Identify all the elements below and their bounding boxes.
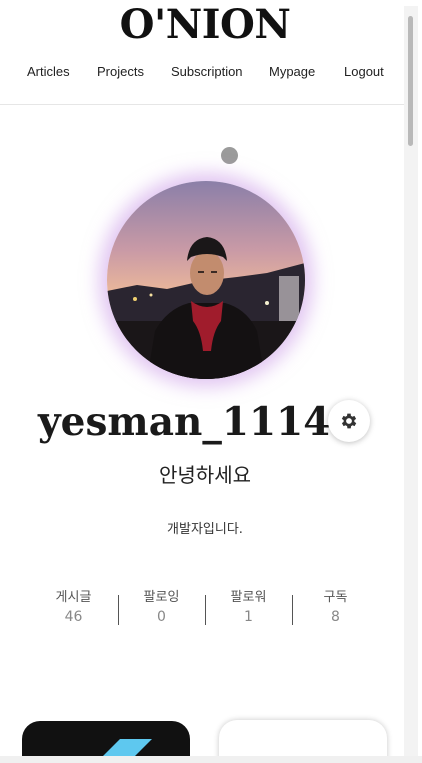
stat-following[interactable]: 팔로잉 0 bbox=[118, 589, 205, 627]
gear-icon bbox=[341, 413, 357, 429]
profile-stats: 게시글 46 팔로잉 0 팔로워 1 구독 8 bbox=[30, 589, 380, 629]
bottom-scrollbar bbox=[0, 756, 422, 763]
nav-articles[interactable]: Articles bbox=[27, 64, 70, 79]
stat-label: 팔로잉 bbox=[143, 590, 180, 605]
site-logo[interactable]: O'NION bbox=[0, 3, 410, 47]
nav-mypage[interactable]: Mypage bbox=[269, 64, 315, 79]
stat-label: 팔로워 bbox=[230, 590, 267, 605]
stat-label: 구독 bbox=[323, 590, 348, 605]
profile-username: yesman_1114 bbox=[38, 399, 331, 445]
stat-subscriptions[interactable]: 구독 8 bbox=[292, 589, 379, 627]
nav-logout[interactable]: Logout bbox=[344, 64, 384, 79]
settings-button[interactable] bbox=[328, 400, 370, 442]
stat-label: 게시글 bbox=[55, 590, 92, 605]
stat-value: 1 bbox=[244, 609, 253, 625]
stat-value: 46 bbox=[64, 609, 83, 625]
profile-bio: 개발자입니다. bbox=[167, 522, 243, 537]
profile-greeting: 안녕하세요 bbox=[159, 463, 251, 487]
stat-value: 0 bbox=[157, 609, 166, 625]
main-nav: Articles Projects Subscription Mypage Lo… bbox=[0, 64, 410, 84]
profile-page: O'NION Articles Projects Subscription My… bbox=[0, 0, 422, 763]
nav-projects[interactable]: Projects bbox=[97, 64, 144, 79]
avatar-photo bbox=[107, 181, 305, 379]
header-divider bbox=[0, 104, 404, 105]
stat-followers[interactable]: 팔로워 1 bbox=[205, 589, 292, 627]
stat-posts[interactable]: 게시글 46 bbox=[30, 589, 117, 627]
nav-subscription[interactable]: Subscription bbox=[171, 64, 243, 79]
status-dot bbox=[221, 147, 238, 164]
stat-value: 8 bbox=[331, 609, 340, 625]
avatar[interactable] bbox=[107, 181, 305, 379]
